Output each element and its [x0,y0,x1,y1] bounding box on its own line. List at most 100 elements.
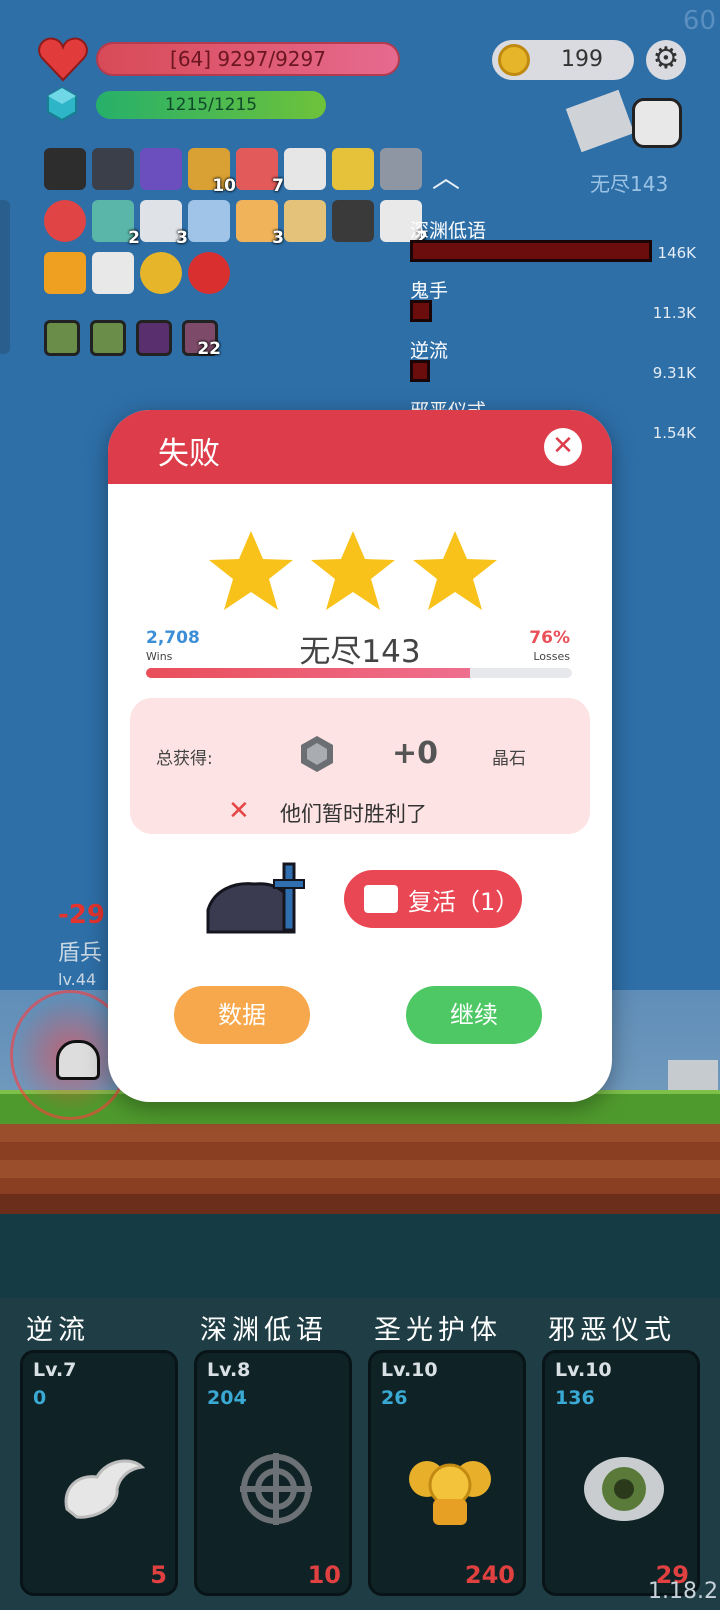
reward-value: +0 [392,736,439,771]
rune-tile-4-icon[interactable]: 22 [182,320,221,359]
skill-name: 圣光护体 [374,1315,502,1346]
defeat-dialog: 失败 ✕ 2,708 Wins 无尽143 76% Losses 总获得: +0… [108,410,612,1102]
revive-label: 复活（1） [408,888,520,916]
heart-item-icon[interactable] [44,200,86,242]
sun-icon[interactable] [140,252,182,294]
coin-value: 199 [561,47,603,72]
coin-counter: 199 [492,40,634,80]
reward-box: 总获得: +0 晶石 ✕ 他们暂时胜利了 [130,698,590,834]
coin-icon [498,44,530,76]
ghost-enemy-icon[interactable] [632,98,682,148]
skill-level: Lv.10 [555,1359,612,1381]
ice-cream-icon[interactable]: 3 [236,200,284,248]
side-tab[interactable] [0,200,10,354]
losses-value: 76% [529,628,570,648]
damage-value: 9.31K [652,364,696,382]
hand-icon[interactable] [332,200,374,242]
damage-bar [410,300,432,322]
cauldron-icon[interactable] [44,148,86,190]
fps-counter: 60 [682,6,716,36]
progress-fill [146,668,470,678]
version-label: 1.18.2 [648,1579,718,1604]
dialog-header: 失败 ✕ [108,410,612,484]
shirt-icon[interactable] [188,200,230,242]
collapse-caret-icon[interactable]: ︿ [432,156,460,196]
mp-text: 1215/1215 [164,95,258,115]
rune-tile-2-icon[interactable] [90,320,126,356]
data-button[interactable]: 数据 [174,986,310,1044]
tombstone-sword-icon [206,862,305,934]
skill-level: Lv.8 [207,1359,251,1381]
skill-name: 邪恶仪式 [548,1315,676,1346]
apple-icon[interactable] [188,252,230,294]
dialog-title: 失败 [158,436,220,472]
skill-card-abyss-whisper[interactable]: Lv.8 204 10 [194,1350,352,1596]
damage-name: 逆流 [410,340,449,362]
crystal-icon [301,736,333,772]
spellbook-icon[interactable]: 10 [188,148,236,196]
damage-value: 1.54K [652,424,696,442]
enemy-name: 盾兵 [58,941,103,966]
watermelon-icon[interactable]: 7 [236,148,284,196]
reward-unit: 晶石 [492,749,526,769]
enemy-level: lv.44 [58,970,97,989]
envelope-icon[interactable]: 3 [140,200,188,248]
eye-icon [584,1457,664,1521]
syringe-icon[interactable]: 2 [92,200,140,248]
reward-label: 总获得: [156,749,213,769]
hp-bar: [64] 9297/9297 [96,42,400,76]
damage-popup: -29 [58,900,105,930]
hp-text: [64] 9297/9297 [170,47,326,71]
settings-gear-icon[interactable]: ⚙ [646,40,686,80]
skull-book-icon[interactable] [92,148,134,190]
damage-bar [410,360,430,382]
skill-name: 深渊低语 [200,1315,328,1346]
stage-label: 无尽143 [590,172,669,196]
skill-cost: 10 [307,1561,341,1589]
damage-value: 146K [657,244,696,262]
damage-name: 鬼手 [410,280,449,302]
skill-cost: 240 [464,1561,515,1589]
pill-icon[interactable] [284,148,326,190]
skill-card-nīliu[interactable]: Lv.7 0 5 [20,1350,178,1596]
skill-count: 136 [555,1387,595,1409]
magic-wand-icon[interactable] [332,148,374,190]
skill-level: Lv.10 [381,1359,438,1381]
rune-tile-3-icon[interactable] [136,320,172,356]
skill-cost: 5 [150,1561,167,1589]
scroll-icon[interactable] [284,200,326,242]
crosshair-icon [240,1453,312,1525]
heart-icon [38,37,88,82]
skill-name: 逆流 [26,1315,90,1346]
damage-bar [410,240,652,262]
rune-tile-1-icon[interactable] [44,320,80,356]
skill-card-evil-ritual[interactable]: Lv.10 136 29 [542,1350,700,1596]
damage-value: 11.3K [652,304,696,322]
crown-icon[interactable] [44,252,86,294]
video-ad-icon [364,885,398,913]
cleaver-icon[interactable] [565,89,635,153]
skill-card-holy-shield[interactable]: Lv.10 26 240 [368,1350,526,1596]
wizard-hat-icon[interactable] [140,148,182,190]
ruin-wall [668,1060,718,1094]
star-icon [209,531,293,610]
star-icon [413,531,497,610]
defeat-x-icon: ✕ [228,796,250,826]
close-icon[interactable]: ✕ [544,428,582,466]
player-character [56,1040,100,1080]
progress-bar [146,668,572,678]
continue-button[interactable]: 继续 [406,986,542,1044]
skill-count: 0 [33,1387,47,1409]
skill-count: 26 [381,1387,408,1409]
dice-icon[interactable] [92,252,134,294]
defeat-message: 他们暂时胜利了 [280,802,427,826]
dirt-bottom [0,1194,720,1214]
skill-count: 204 [207,1387,247,1409]
mp-bar: 1215/1215 [96,91,326,119]
dirt-layer [0,1124,720,1194]
losses-label: Losses [533,650,570,663]
spike-ball-icon[interactable] [380,148,422,190]
wing-icon [64,1459,146,1519]
mana-gem-icon [47,86,77,122]
revive-button[interactable]: 复活（1） [344,870,522,928]
